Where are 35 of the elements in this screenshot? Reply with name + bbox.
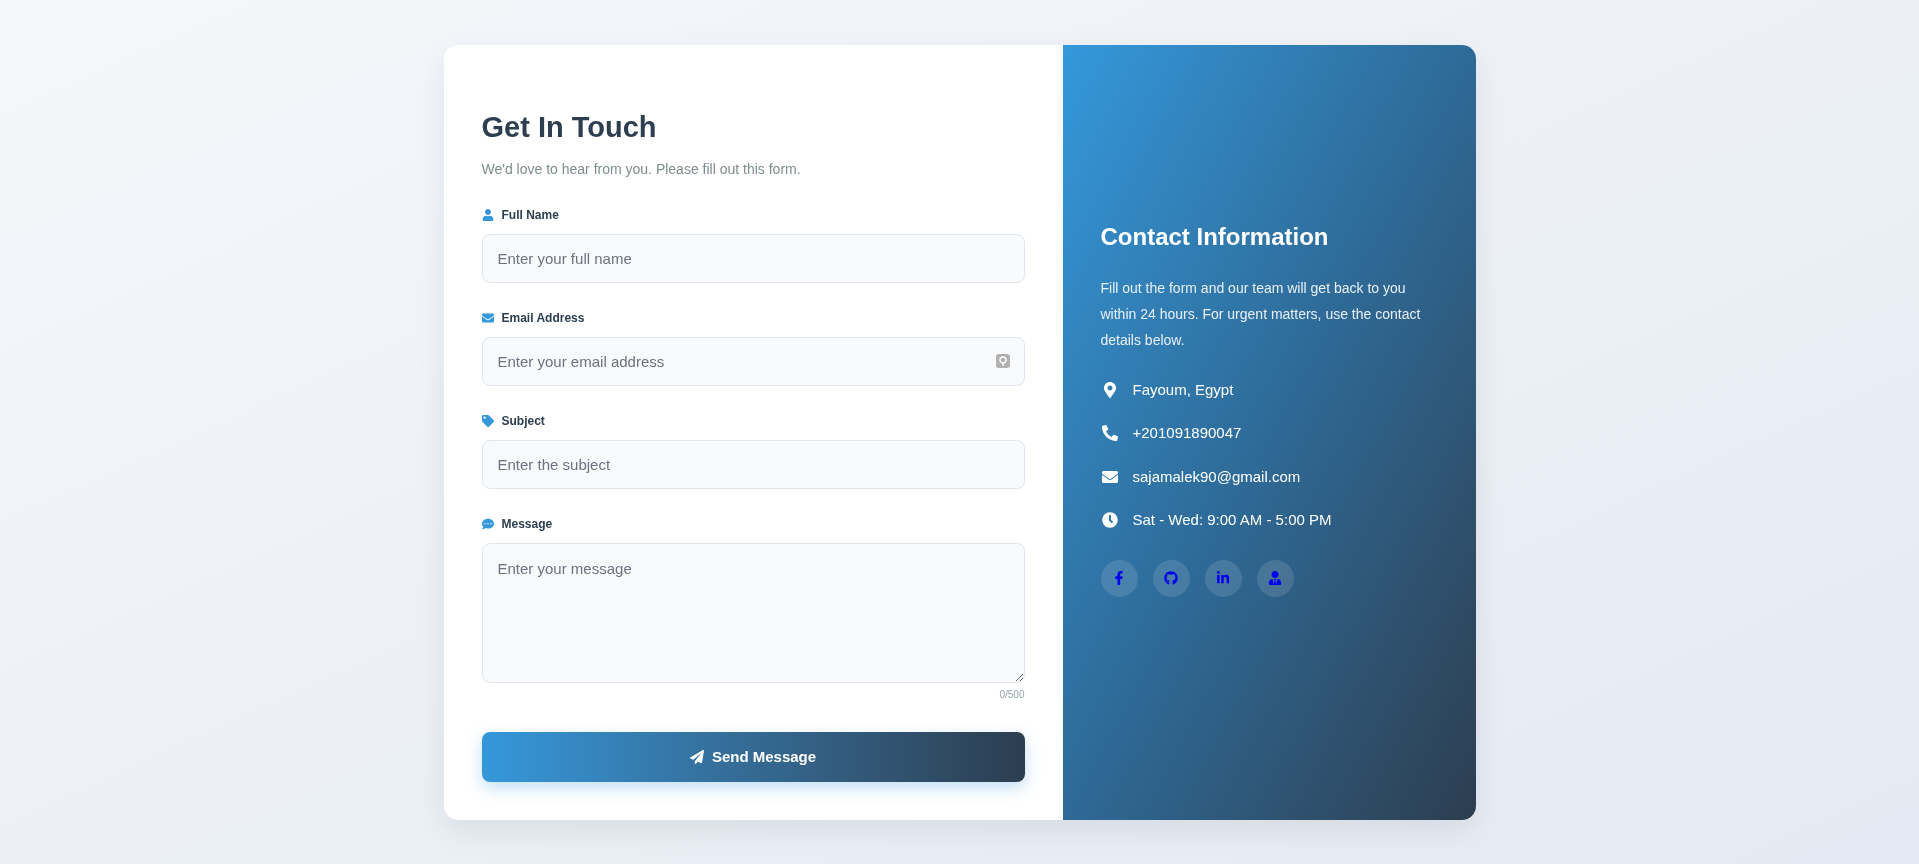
contact-description: Fill out the form and our team will get back to you within 24 hours. For urgent matters, use the contact details below. [1100, 278, 1422, 350]
github-icon [1164, 571, 1178, 585]
form-subtitle: We'd love to hear from you. Please fill out this form. [481, 160, 802, 180]
envelope-icon [481, 312, 494, 325]
field-label: Full Name [501, 207, 559, 225]
field-label: Email Address [501, 310, 585, 328]
clock-icon [1101, 512, 1118, 529]
envelope-icon [1101, 468, 1118, 485]
paper-plane-icon [689, 750, 704, 765]
linkedin-link[interactable] [1204, 559, 1242, 597]
field-label: Message [501, 516, 553, 534]
facebook-link[interactable] [1100, 559, 1138, 597]
linkedin-icon [1216, 571, 1230, 585]
tag-icon [481, 415, 494, 428]
map-pin-icon [1101, 381, 1118, 398]
contact-detail: sajamalek90@gmail.com [1132, 466, 1301, 487]
name-field[interactable]: Enter your full name [481, 234, 1025, 284]
github-link[interactable] [1152, 559, 1190, 597]
send-button[interactable]: Send Message [481, 732, 1025, 783]
character-counter: 0/500 [999, 688, 1025, 703]
contact-detail: Sat - Wed: 9:00 AM - 5:00 PM [1132, 510, 1332, 530]
field-label: Subject [501, 413, 545, 431]
message-field[interactable]: Enter your message [481, 543, 1025, 684]
email-field[interactable]: Enter your email address [481, 337, 1025, 387]
person-icon [1268, 571, 1282, 585]
subject-field[interactable]: Enter the subject [481, 440, 1025, 490]
person-icon [481, 209, 494, 222]
contact-title: Contact Information [1100, 221, 1330, 252]
phone-icon [1101, 425, 1118, 442]
facebook-icon [1112, 571, 1126, 585]
contact-detail: +201091890047 [1132, 423, 1242, 443]
speech-bubble-icon [481, 518, 494, 531]
profile-link[interactable] [1256, 559, 1294, 597]
contact-detail: Fayoum, Egypt [1132, 379, 1234, 400]
form-title: Get In Touch [481, 110, 658, 145]
